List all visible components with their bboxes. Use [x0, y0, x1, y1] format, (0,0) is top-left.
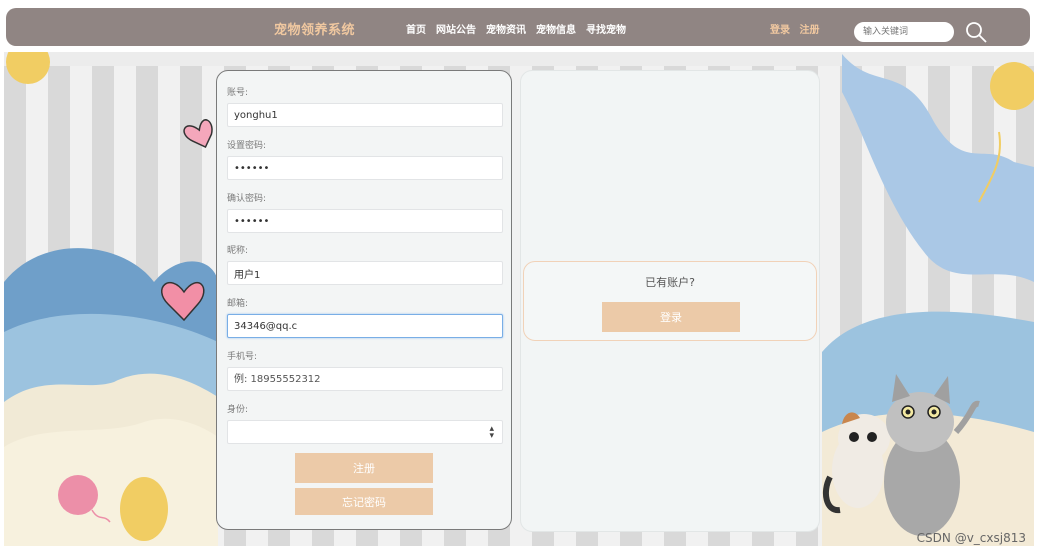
account-input[interactable]	[227, 103, 503, 127]
register-form: 账号: 设置密码: 确认密码: 昵称: 邮箱: 手机号: 身份: ▴▾ 注册 忘…	[216, 70, 512, 530]
email-input[interactable]	[227, 314, 503, 338]
header-register-link[interactable]: 注册	[799, 25, 819, 36]
nav-announcements[interactable]: 网站公告	[436, 21, 476, 36]
search-icon[interactable]	[964, 20, 988, 44]
phone-input[interactable]	[227, 367, 503, 391]
auth-links: 登录 注册	[770, 21, 825, 36]
password-label: 设置密码:	[227, 141, 267, 151]
nav-pet-news[interactable]: 宠物资讯	[486, 21, 526, 36]
identity-select[interactable]: ▴ ▾	[227, 420, 503, 444]
confirm-password-label: 确认密码:	[227, 194, 267, 204]
account-label: 账号:	[227, 88, 249, 98]
nav-home[interactable]: 首页	[406, 21, 426, 36]
nickname-label: 昵称:	[227, 246, 249, 256]
register-button[interactable]: 注册	[295, 453, 433, 483]
background-illustration	[4, 52, 1034, 546]
have-account-text: 已有账户?	[645, 276, 695, 289]
phone-label: 手机号:	[227, 352, 258, 362]
header-login-link[interactable]: 登录	[770, 25, 790, 36]
search-input[interactable]	[854, 22, 954, 42]
login-button[interactable]: 登录	[602, 302, 740, 332]
page: 宠物领养系统 首页 网站公告 宠物资讯 宠物信息 寻找宠物 登录 注册 账号: …	[0, 0, 1038, 555]
password-input[interactable]	[227, 156, 503, 180]
nickname-input[interactable]	[227, 261, 503, 285]
identity-label: 身份:	[227, 405, 249, 415]
nav-find-pet[interactable]: 寻找宠物	[586, 21, 626, 36]
watermark: CSDN @v_cxsj813	[916, 531, 1026, 545]
nav-pet-info[interactable]: 宠物信息	[536, 21, 576, 36]
main-nav: 首页 网站公告 宠物资讯 宠物信息 寻找宠物	[406, 21, 636, 36]
background-scene	[4, 52, 1034, 546]
confirm-password-input[interactable]	[227, 209, 503, 233]
site-title[interactable]: 宠物领养系统	[274, 19, 355, 38]
login-side-panel: 已有账户? 登录	[520, 70, 820, 532]
email-label: 邮箱:	[227, 299, 249, 309]
have-account-box: 已有账户? 登录	[523, 261, 817, 341]
top-navbar: 宠物领养系统 首页 网站公告 宠物资讯 宠物信息 寻找宠物 登录 注册	[6, 8, 1030, 46]
forgot-password-button[interactable]: 忘记密码	[295, 488, 433, 515]
select-arrows-icon: ▴ ▾	[489, 424, 494, 441]
